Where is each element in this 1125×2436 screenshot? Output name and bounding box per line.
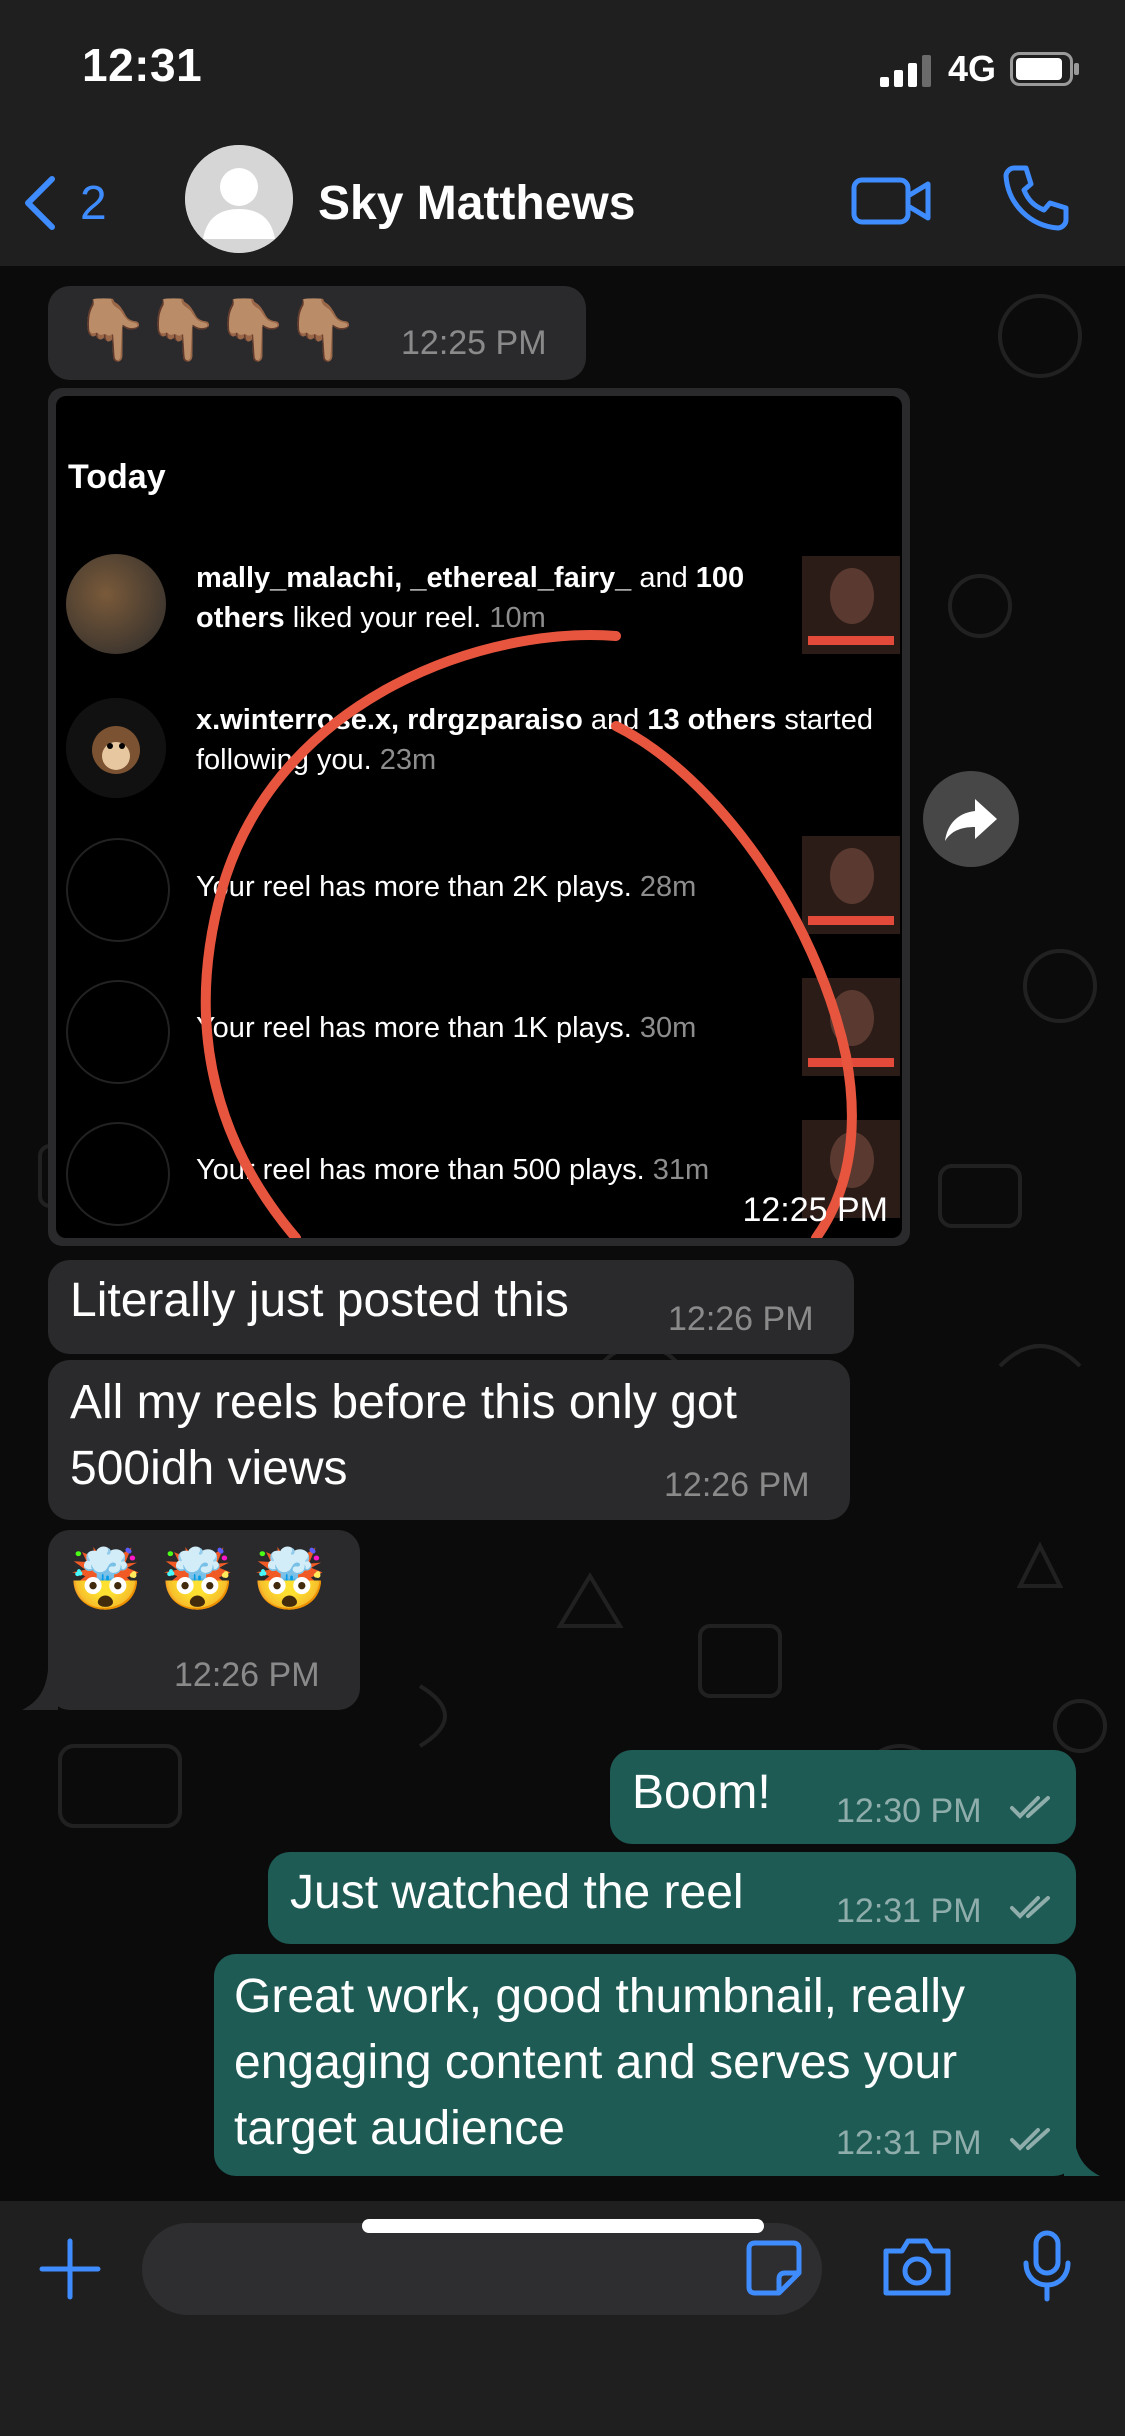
- network-type: 4G: [948, 48, 997, 89]
- message-outgoing[interactable]: Great work, good thumbnail, really engag…: [214, 1954, 1076, 2176]
- message-incoming[interactable]: 🤯 🤯 🤯 12:26 PM: [48, 1530, 360, 1710]
- back-button[interactable]: 2: [22, 168, 132, 238]
- notification-screenshot[interactable]: Today mally_malachi, _ethereal_fairy_ an…: [56, 396, 902, 1238]
- message-incoming[interactable]: Literally just posted this 12:26 PM: [48, 1260, 854, 1354]
- message-text: Literally just posted this: [70, 1274, 569, 1327]
- message-time: 12:26 PM: [664, 1466, 810, 1504]
- read-receipt-icon: [1010, 2128, 1050, 2151]
- battery-icon: [1010, 52, 1079, 86]
- chat-header: 2 Sky Matthews: [0, 140, 1125, 267]
- message-text: target audience: [234, 2102, 565, 2155]
- message-time: 12:30 PM: [836, 1792, 982, 1830]
- microphone-icon[interactable]: [1018, 2229, 1076, 2305]
- forward-button[interactable]: [923, 771, 1019, 867]
- message-time: 12:31 PM: [836, 2124, 982, 2162]
- image-message[interactable]: Today mally_malachi, _ethereal_fairy_ an…: [48, 388, 910, 1246]
- chat-area[interactable]: 👇🏽 👇🏽 👇🏽 👇🏽 12:25 PM Today mally_malachi…: [0, 266, 1125, 2201]
- composer-bar: [0, 2201, 1125, 2436]
- message-outgoing[interactable]: Boom! 12:30 PM: [610, 1750, 1076, 1844]
- message-text: Just watched the reel: [290, 1866, 744, 1919]
- emoji: 👇🏽: [214, 296, 289, 363]
- message-input[interactable]: [142, 2223, 822, 2315]
- emoji: 👇🏽: [284, 296, 359, 363]
- emoji: 👇🏽: [144, 296, 219, 363]
- message-text: All my reels before this only got: [70, 1376, 737, 1429]
- read-receipt-icon: [1010, 1796, 1050, 1819]
- unread-count: 2: [80, 176, 107, 230]
- message-text: engaging content and serves your: [234, 2036, 958, 2089]
- status-time: 12:31: [82, 39, 203, 91]
- chevron-left-icon: [25, 176, 55, 230]
- default-avatar-icon: [185, 145, 293, 253]
- plus-icon[interactable]: [38, 2237, 102, 2301]
- emoji: 🤯: [68, 1546, 143, 1613]
- message-text: Boom!: [632, 1766, 771, 1819]
- signal-icon: [880, 55, 931, 87]
- bubble-tail: [1064, 2136, 1100, 2176]
- forward-icon: [945, 799, 997, 841]
- bubble-tail: [22, 1670, 58, 1710]
- red-circle-annotation: [200, 630, 857, 1238]
- contact-avatar[interactable]: [185, 145, 293, 253]
- message-incoming[interactable]: All my reels before this only got 500idh…: [48, 1360, 850, 1520]
- emoji: 🤯: [160, 1546, 235, 1613]
- status-bar: 12:31 4G: [0, 0, 1125, 140]
- message-time: 12:31 PM: [836, 1892, 982, 1930]
- message-outgoing[interactable]: Just watched the reel 12:31 PM: [268, 1852, 1076, 1944]
- emoji: 👇🏽: [74, 296, 149, 363]
- message-time: 12:26 PM: [174, 1656, 320, 1694]
- camera-icon[interactable]: [880, 2235, 954, 2299]
- message-time: 12:25 PM: [401, 324, 547, 362]
- home-indicator: [362, 2219, 764, 2233]
- message-time: 12:26 PM: [668, 1300, 814, 1338]
- read-receipt-icon: [1010, 1896, 1050, 1919]
- message-time: 12:25 PM: [742, 1191, 888, 1229]
- phone-icon[interactable]: [1000, 162, 1072, 234]
- sticker-icon[interactable]: [745, 2239, 803, 2297]
- message-incoming[interactable]: 👇🏽 👇🏽 👇🏽 👇🏽 12:25 PM: [48, 286, 586, 380]
- message-text: 500idh views: [70, 1442, 348, 1495]
- emoji: 🤯: [252, 1546, 327, 1613]
- message-text: Great work, good thumbnail, really: [234, 1970, 966, 2023]
- video-call-icon[interactable]: [850, 168, 934, 234]
- contact-name[interactable]: Sky Matthews: [318, 176, 635, 231]
